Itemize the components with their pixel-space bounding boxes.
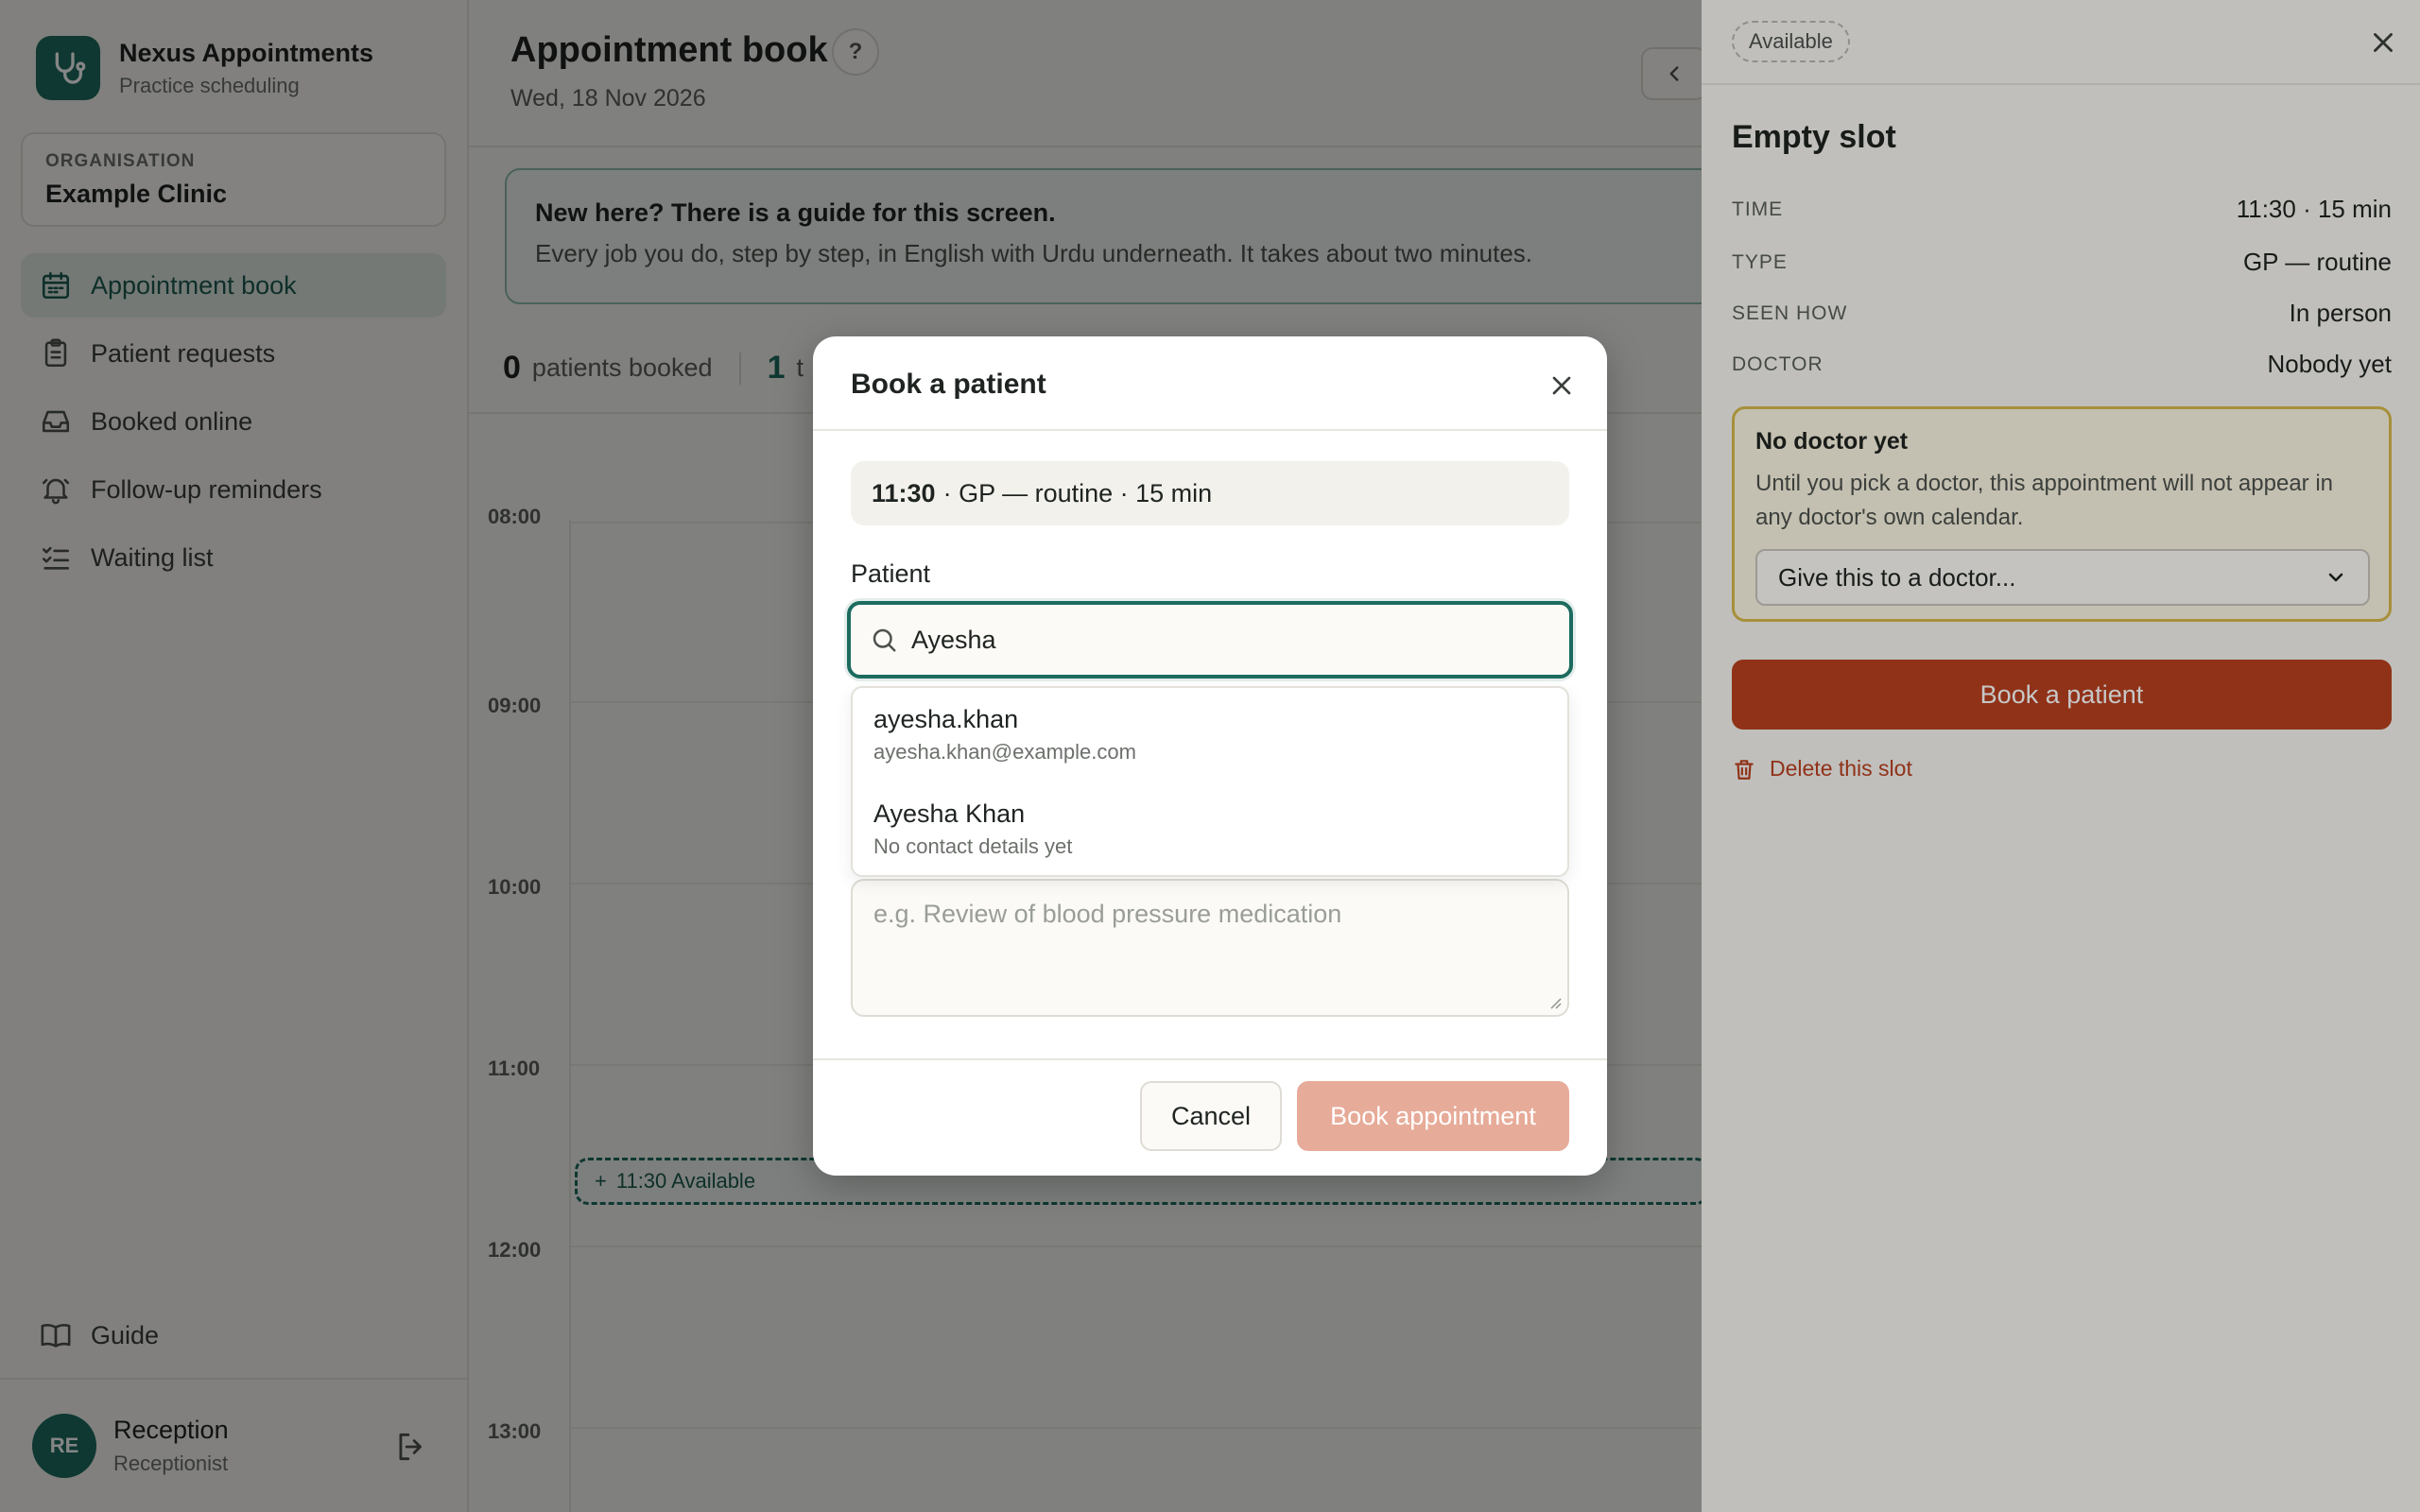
assign-doctor-value: Give this to a doctor... [1778, 562, 2016, 592]
info-label: SEEN HOW [1732, 301, 1848, 324]
patient-search-input[interactable] [911, 625, 1535, 655]
info-value: In person [2289, 299, 2392, 327]
chevron-down-icon [2328, 573, 2343, 582]
dialog-title: Book a patient [851, 369, 1046, 400]
patient-result-detail: No contact details yet [873, 834, 1073, 858]
slot-summary: 11:30 · GP — routine · 15 min [851, 461, 1569, 525]
reason-placeholder: e.g. Review of blood pressure medication [873, 900, 1342, 928]
patient-result-detail: ayesha.khan@example.com [873, 740, 1136, 764]
patient-result-name: ayesha.khan [873, 705, 1019, 733]
patient-results-dropdown: ayesha.khan ayesha.khan@example.com Ayes… [851, 686, 1569, 877]
warning-title: No doctor yet [1755, 428, 1909, 455]
info-row-seen-how: SEEN HOW In person [1732, 299, 2392, 328]
book-patient-dialog: Book a patient 11:30 · GP — routine · 15… [813, 336, 1607, 1176]
warning-text: Until you pick a doctor, this appointmen… [1755, 471, 2334, 530]
patient-result-option[interactable]: Ayesha Khan No contact details yet [873, 799, 1550, 859]
summary-time: 11:30 [872, 478, 936, 507]
book-patient-button[interactable]: Book a patient [1732, 660, 2392, 730]
patient-search-field[interactable] [847, 601, 1573, 679]
divider [813, 1058, 1607, 1060]
delete-slot-label: Delete this slot [1770, 756, 1912, 781]
info-label: TIME [1732, 198, 1784, 220]
summary-details: · GP — routine · 15 min [942, 478, 1213, 507]
panel-title: Empty slot [1732, 119, 1896, 155]
book-appointment-button[interactable]: Book appointment [1297, 1081, 1569, 1151]
info-value: 11:30 · 15 min [2236, 195, 2392, 223]
info-value: GP — routine [2242, 248, 2392, 276]
patient-result-name: Ayesha Khan [873, 799, 1026, 828]
info-row-type: TYPE GP — routine [1732, 248, 2392, 277]
cancel-button[interactable]: Cancel [1140, 1081, 1282, 1151]
trash-icon [1735, 759, 1754, 780]
resize-handle-icon[interactable] [1548, 996, 1562, 1009]
close-icon[interactable] [2367, 26, 2399, 59]
divider [813, 429, 1607, 431]
info-value: Nobody yet [2267, 350, 2392, 378]
status-badge: Available [1732, 21, 1850, 62]
delete-slot-button[interactable]: Delete this slot [1732, 756, 1912, 782]
patient-result-option[interactable]: ayesha.khan ayesha.khan@example.com [873, 705, 1550, 765]
search-icon [873, 628, 896, 652]
info-row-doctor: DOCTOR Nobody yet [1732, 350, 2392, 379]
reason-textarea[interactable]: e.g. Review of blood pressure medication [851, 879, 1569, 1017]
patient-label: Patient [851, 559, 931, 588]
no-doctor-warning: No doctor yet Until you pick a doctor, t… [1732, 406, 2392, 622]
info-label: DOCTOR [1732, 352, 1824, 375]
panel-header: Available [1702, 0, 2420, 85]
info-label: TYPE [1732, 250, 1788, 273]
slot-detail-panel: Available Empty slot TIME 11:30 · 15 min… [1702, 0, 2420, 1512]
info-row-time: TIME 11:30 · 15 min [1732, 195, 2392, 224]
close-icon[interactable] [1547, 370, 1577, 401]
assign-doctor-select[interactable]: Give this to a doctor... [1755, 549, 2370, 606]
